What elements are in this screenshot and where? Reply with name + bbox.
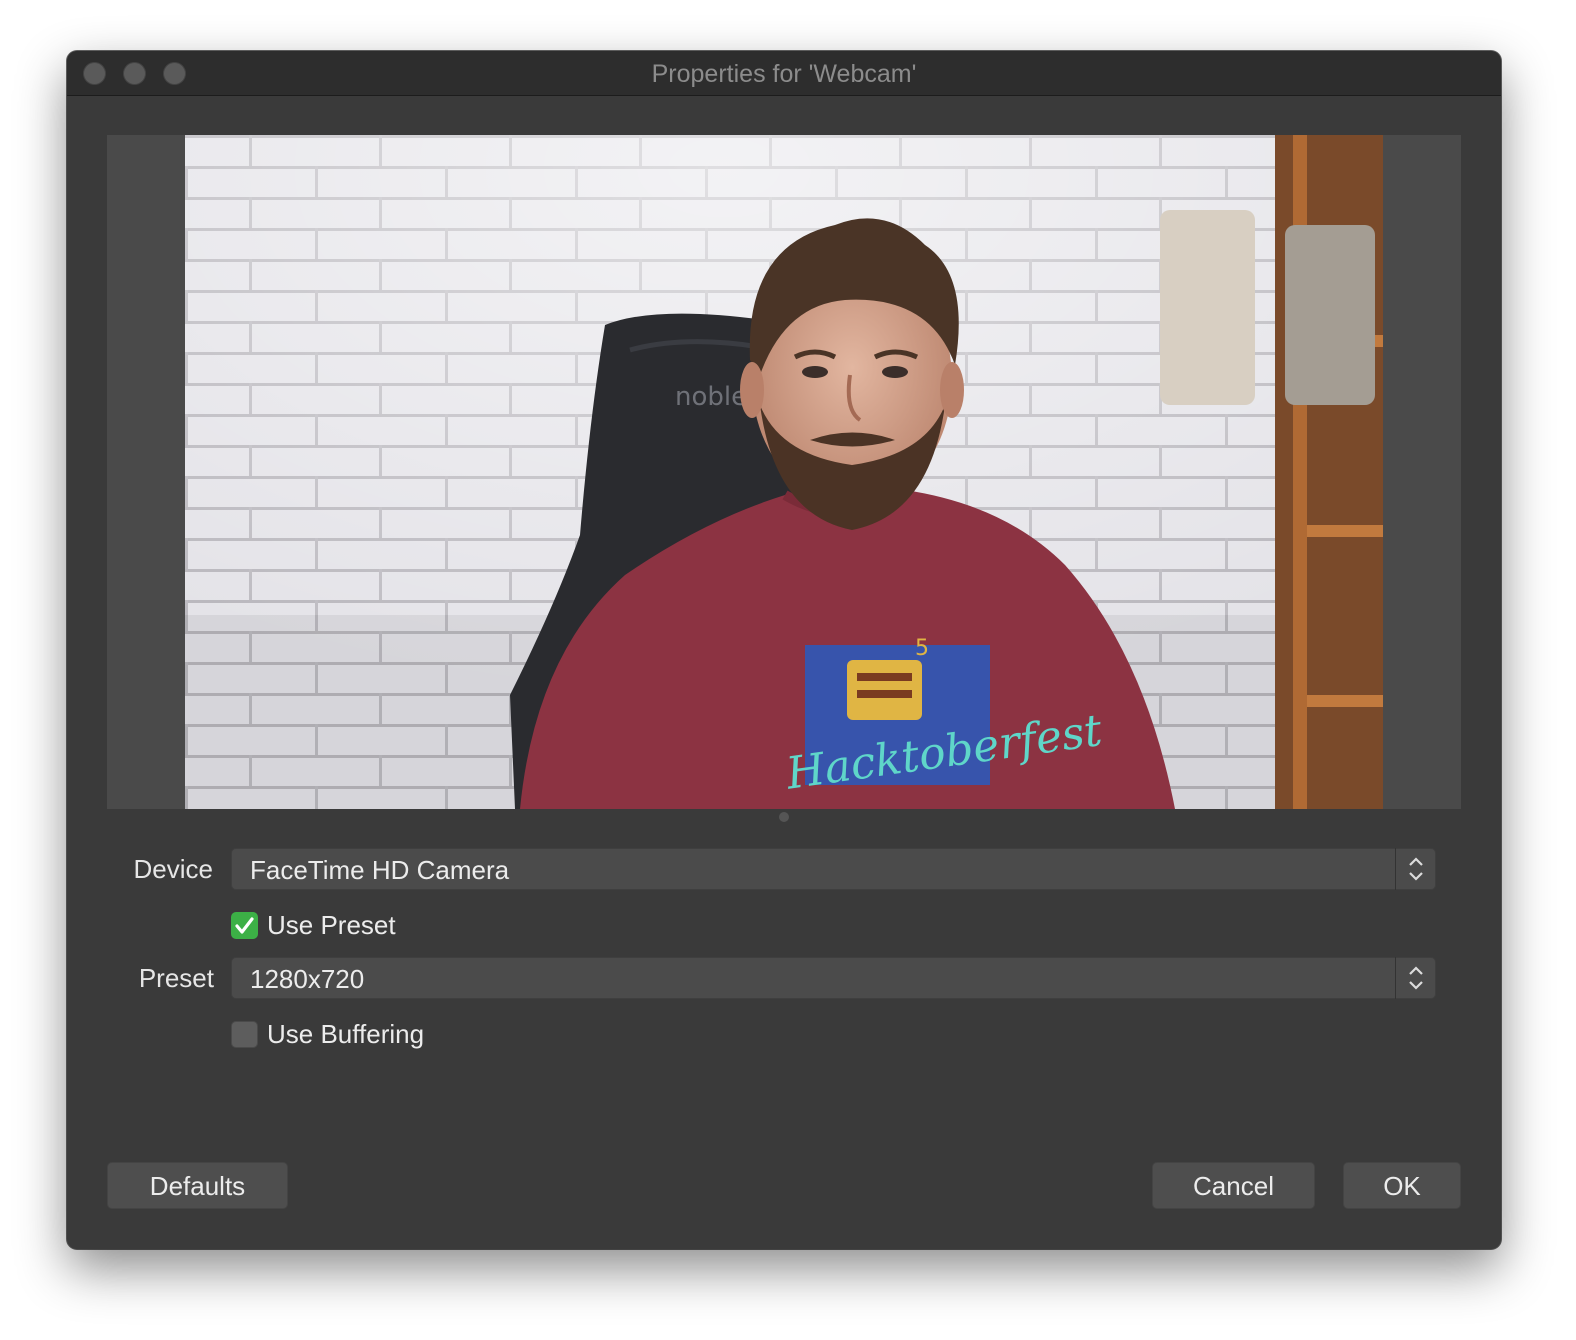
use-buffering-checkbox[interactable] <box>231 1021 258 1048</box>
preset-select-value: 1280x720 <box>250 964 365 994</box>
title-bar[interactable]: Properties for 'Webcam' <box>67 51 1501 96</box>
use-buffering-label[interactable]: Use Buffering <box>267 1019 424 1050</box>
preview-splitter-handle[interactable] <box>779 812 789 822</box>
device-label: Device <box>133 854 213 884</box>
device-select[interactable]: FaceTime HD Camera <box>231 848 1436 890</box>
chair-brand-text: noble <box>675 382 747 412</box>
defaults-button[interactable]: Defaults <box>107 1162 288 1209</box>
use-preset-checkbox[interactable] <box>231 912 258 939</box>
webcam-preview-area: noble Hacktoberfest 5 <box>107 135 1461 809</box>
device-select-value: FaceTime HD Camera <box>250 855 510 885</box>
preset-select[interactable]: 1280x720 <box>231 957 1436 999</box>
shirt-number-text: 5 <box>915 636 929 661</box>
use-preset-label[interactable]: Use Preset <box>267 910 396 941</box>
ok-button[interactable]: OK <box>1343 1162 1461 1209</box>
window-title: Properties for 'Webcam' <box>651 60 917 88</box>
webcam-scene: noble Hacktoberfest 5 <box>185 135 1383 809</box>
checkmark-icon <box>235 917 254 934</box>
properties-window: Properties for 'Webcam' noble Hacktoberf… <box>67 51 1501 1249</box>
webcam-preview-image: noble Hacktoberfest 5 <box>185 135 1383 809</box>
chevron-up-down-icon[interactable] <box>1395 957 1436 999</box>
preset-label: Preset <box>138 963 214 993</box>
chevron-up-down-icon[interactable] <box>1395 848 1436 890</box>
cancel-button[interactable]: Cancel <box>1152 1162 1315 1209</box>
